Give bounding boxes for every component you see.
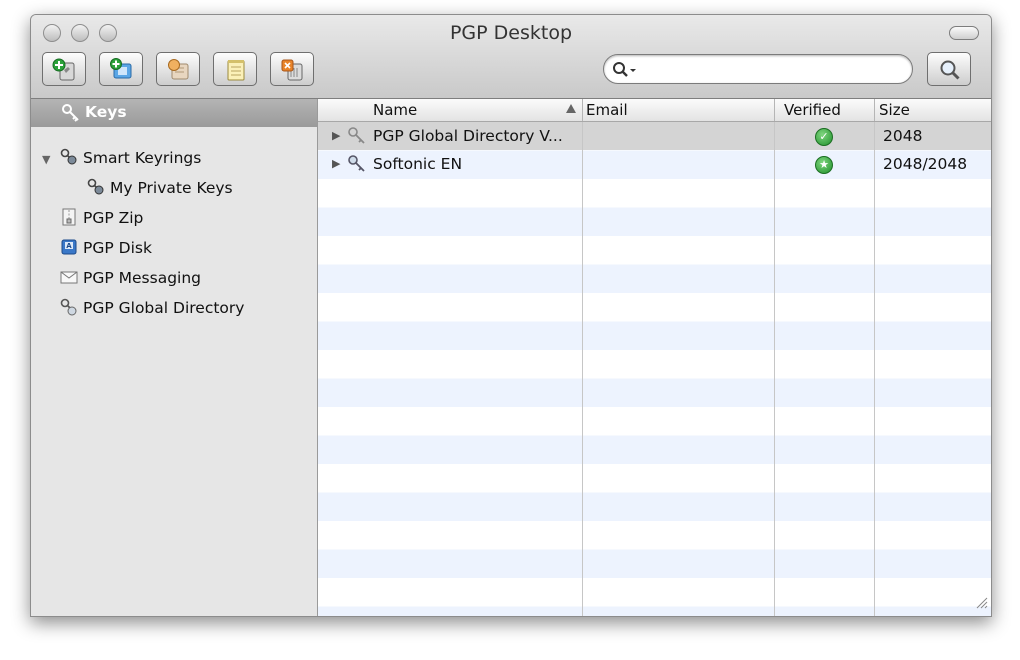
sidebar-item-pgp-disk[interactable]: A PGP Disk xyxy=(59,235,152,261)
sidebar-item-label: Smart Keyrings xyxy=(83,149,202,167)
sidebar-item-label: PGP Messaging xyxy=(83,269,201,287)
column-gridline xyxy=(582,122,583,616)
verified-star-icon: ★ xyxy=(815,156,833,174)
search-input[interactable] xyxy=(640,60,904,78)
app-window: PGP Desktop Keys ▼ Smart Keyrings My Pri… xyxy=(30,14,992,617)
toolbar-toggle-button[interactable] xyxy=(949,26,979,40)
column-header-size[interactable]: Size xyxy=(879,100,910,120)
export-key-button[interactable] xyxy=(156,52,200,86)
verified-checkmark-icon: ✓ xyxy=(815,128,833,146)
sidebar-item-smart-keyrings[interactable]: Smart Keyrings xyxy=(59,145,201,171)
sidebar-item-label: Keys xyxy=(85,103,127,121)
sidebar-item-label: PGP Global Directory xyxy=(83,299,245,317)
key-name: Softonic EN xyxy=(373,155,463,173)
private-keys-icon xyxy=(86,177,106,197)
key-size: 2048/2048 xyxy=(883,155,968,173)
add-key-button[interactable] xyxy=(99,52,143,86)
title-bar: PGP Desktop xyxy=(31,15,991,99)
column-divider[interactable] xyxy=(874,99,875,121)
key-icon xyxy=(347,126,367,150)
column-gridline xyxy=(774,122,775,616)
sidebar-item-my-private-keys[interactable]: My Private Keys xyxy=(86,175,233,201)
keys-icon xyxy=(61,103,81,127)
column-divider[interactable] xyxy=(774,99,775,121)
new-key-button[interactable] xyxy=(42,52,86,86)
column-divider[interactable] xyxy=(582,99,583,121)
global-search-button[interactable] xyxy=(927,52,971,86)
delete-key-button[interactable] xyxy=(270,52,314,86)
table-row[interactable]: ▶ Softonic EN ★ 2048/2048 xyxy=(318,150,991,178)
global-directory-icon xyxy=(59,297,79,317)
svg-text:A: A xyxy=(66,242,72,250)
properties-button[interactable] xyxy=(213,52,257,86)
sidebar-item-pgp-global-directory[interactable]: PGP Global Directory xyxy=(59,295,244,321)
messaging-icon xyxy=(59,267,79,287)
table-row[interactable]: ▶ PGP Global Directory V... ✓ 2048 xyxy=(318,122,991,150)
sidebar-item-pgp-zip[interactable]: PGP Zip xyxy=(59,205,143,231)
key-name: PGP Global Directory V... xyxy=(373,127,563,145)
sidebar-item-label: PGP Disk xyxy=(83,239,152,257)
column-header-verified[interactable]: Verified xyxy=(784,100,841,120)
disk-icon: A xyxy=(59,237,79,257)
window-title: PGP Desktop xyxy=(449,22,573,44)
search-field[interactable] xyxy=(603,54,913,84)
expand-triangle-icon[interactable]: ▶ xyxy=(332,150,340,178)
sidebar-item-pgp-messaging[interactable]: PGP Messaging xyxy=(59,265,201,291)
key-size: 2048 xyxy=(883,127,923,145)
sidebar: Keys ▼ Smart Keyrings My Private Keys PG… xyxy=(31,99,318,616)
key-pair-icon xyxy=(347,154,367,178)
keys-table: Name Email Verified Size ▶ PGP Global Di… xyxy=(318,99,991,616)
expand-triangle-icon[interactable]: ▼ xyxy=(42,153,50,166)
expand-triangle-icon[interactable]: ▶ xyxy=(332,122,340,150)
column-header-name[interactable]: Name xyxy=(373,100,417,120)
zip-icon xyxy=(59,207,79,227)
sidebar-item-label: My Private Keys xyxy=(110,179,233,197)
sidebar-item-label: PGP Zip xyxy=(83,209,144,227)
smart-keyring-icon xyxy=(59,147,79,167)
column-header-email[interactable]: Email xyxy=(586,100,628,120)
table-background xyxy=(318,122,991,616)
resize-grip-icon[interactable] xyxy=(974,595,988,613)
table-header: Name Email Verified Size xyxy=(318,99,991,122)
sidebar-item-keys[interactable]: Keys xyxy=(31,99,317,127)
column-gridline xyxy=(874,122,875,616)
sort-ascending-icon xyxy=(566,104,576,113)
